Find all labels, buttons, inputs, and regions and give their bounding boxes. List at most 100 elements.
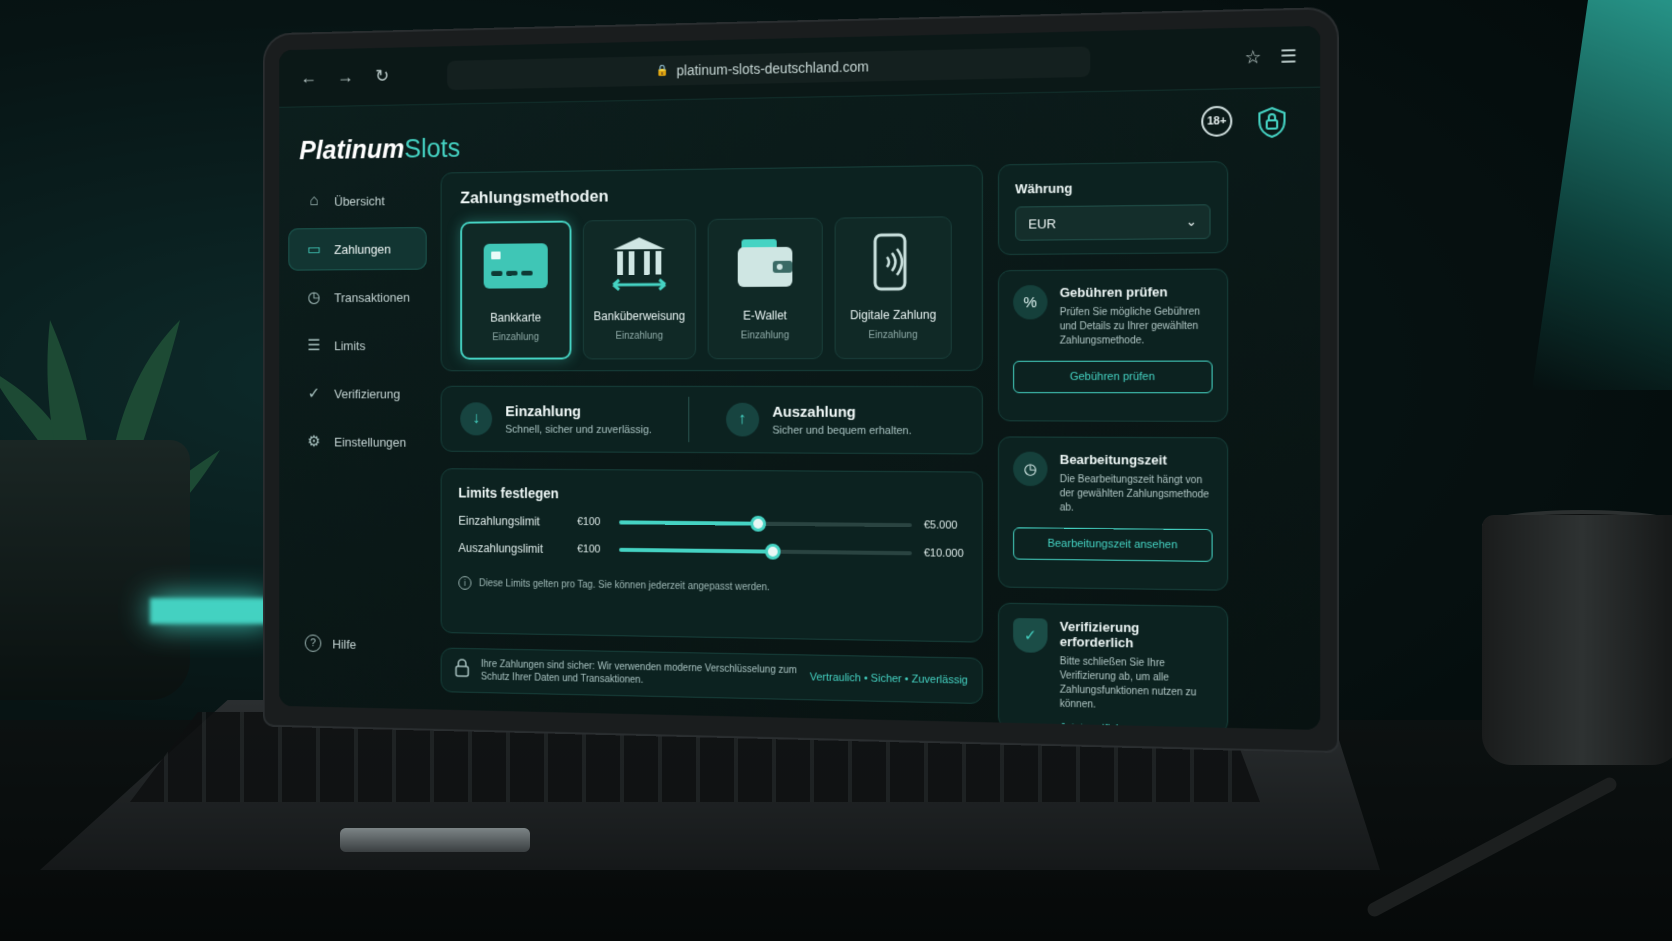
slider-fill — [619, 520, 759, 526]
sidebar-item-label: Einstellungen — [334, 434, 407, 450]
withdraw-action[interactable]: ↑ Auszahlung Sicher und bequem erhalten. — [725, 402, 962, 438]
url-text: platinum-slots-deutschland.com — [676, 57, 869, 78]
method-sub: Einzahlung — [615, 330, 663, 342]
forward-icon[interactable]: → — [336, 67, 354, 88]
coffee-mug — [1482, 515, 1672, 765]
brand-name-main: Platinum — [299, 134, 405, 166]
clock-icon: ◷ — [1013, 451, 1048, 487]
currency-select[interactable]: EUR ⌄ — [1015, 204, 1211, 241]
contactless-phone-icon — [857, 233, 929, 291]
sliders-icon: ☰ — [307, 337, 321, 355]
lamp-decoration — [1532, 0, 1672, 390]
limits-note: i Diese Limits gelten pro Tag. Sie könne… — [458, 576, 963, 597]
check-fees-button[interactable]: Gebühren prüfen — [1013, 360, 1213, 394]
clock-icon: ◷ — [307, 289, 321, 307]
gear-icon: ⚙ — [307, 433, 321, 451]
limit-min: €100 — [577, 543, 601, 556]
security-text: Ihre Zahlungen sind sicher: Wir verwende… — [480, 658, 797, 686]
limits-title: Limits festlegen — [458, 484, 559, 502]
fees-card: % Gebühren prüfen Prüfen Sie mögliche Ge… — [997, 268, 1229, 422]
sidebar-item-payments[interactable]: ▭ Zahlungen — [288, 226, 427, 271]
divider — [687, 396, 689, 443]
currency-value: EUR — [1028, 215, 1057, 232]
bank-building-icon — [605, 236, 674, 292]
method-label: E-Wallet — [743, 308, 787, 323]
laptop-hinge — [340, 828, 530, 852]
sidebar-item-label: Zahlungen — [334, 241, 391, 257]
app-root: PlatinumSlots 18+ ⌂ Übersicht ▭ Zahlunge… — [279, 87, 1321, 731]
method-sub: Einzahlung — [868, 329, 918, 342]
method-card-bank-card[interactable]: Bankkarte Einzahlung — [460, 220, 572, 360]
limit-row-withdraw: Auszahlungslimit €100 €10.000 — [458, 541, 963, 561]
deposit-action[interactable]: ↓ Einzahlung Schnell, sicher und zuverlä… — [460, 402, 688, 436]
browser-menu-icon[interactable]: ☰ — [1280, 46, 1297, 68]
method-sub: Einzahlung — [740, 330, 790, 342]
sidebar-item-label: Limits — [334, 338, 366, 353]
sidebar-item-help[interactable]: ? Hilfe — [288, 622, 356, 666]
deposit-subtitle: Schnell, sicher und zuverlässig. — [505, 423, 652, 436]
help-circle-icon: ? — [304, 634, 322, 653]
processing-title: Bearbeitungszeit — [1059, 451, 1167, 468]
percent-icon: % — [1013, 284, 1048, 320]
slider-fill — [619, 547, 773, 554]
verification-title: Verifizierung erforderlich — [1059, 618, 1140, 651]
slider-handle[interactable] — [764, 543, 781, 560]
sidebar-item-label: Übersicht — [334, 193, 385, 209]
age-restriction-badge: 18+ — [1201, 105, 1233, 137]
bookmark-star-icon[interactable]: ☆ — [1245, 47, 1262, 69]
fees-description: Prüfen Sie mögliche Gebühren und Details… — [1059, 306, 1200, 347]
limit-max: €5.000 — [923, 519, 958, 532]
payment-methods-title: Zahlungsmethoden — [460, 186, 609, 208]
withdraw-title: Auszahlung — [772, 403, 856, 421]
info-icon: i — [458, 576, 472, 590]
laptop-lid: ← → ↻ 🔒 platinum-slots-deutschland.com ☆… — [264, 8, 1338, 752]
sidebar-item-transactions[interactable]: ◷ Transaktionen — [288, 275, 426, 318]
slider-handle[interactable] — [750, 515, 766, 532]
limit-label: Auszahlungslimit — [458, 541, 544, 556]
laptop-screen: ← → ↻ 🔒 platinum-slots-deutschland.com ☆… — [279, 25, 1321, 731]
reload-icon[interactable]: ↻ — [373, 66, 392, 87]
shield-check-icon: ✓ — [1013, 617, 1048, 653]
sidebar-item-limits[interactable]: ☰ Limits — [288, 324, 426, 367]
fees-title: Gebühren prüfen — [1059, 284, 1168, 301]
processing-time-card: ◷ Bearbeitungszeit Die Bearbeitungszeit … — [997, 436, 1229, 591]
plant-pot — [0, 440, 190, 700]
wallet-icon — [730, 235, 800, 291]
glow-light — [150, 598, 270, 624]
shield-check-icon: ✓ — [307, 385, 321, 403]
credit-card-icon — [482, 238, 550, 293]
padlock-icon — [455, 658, 470, 683]
withdraw-limit-slider[interactable] — [619, 543, 912, 560]
verify-now-link[interactable]: Jetzt verifizieren → — [1013, 721, 1212, 730]
sidebar: ⌂ Übersicht ▭ Zahlungen ◷ Transaktionen … — [288, 179, 427, 700]
method-card-bank-transfer[interactable]: Banküberweisung Einzahlung — [582, 219, 697, 360]
sidebar-item-verification[interactable]: ✓ Verifizierung — [288, 372, 426, 415]
method-sub: Einzahlung — [492, 332, 539, 344]
sidebar-item-settings[interactable]: ⚙ Einstellungen — [288, 420, 426, 463]
limit-min: €100 — [577, 516, 601, 529]
brand-logo[interactable]: PlatinumSlots — [299, 133, 460, 166]
limits-panel: Limits festlegen Einzahlungslimit €100 €… — [440, 468, 983, 643]
home-icon: ⌂ — [309, 192, 319, 210]
sidebar-item-label: Hilfe — [332, 636, 357, 652]
processing-description: Die Bearbeitungszeit hängt von der gewäh… — [1059, 474, 1210, 514]
view-processing-time-button[interactable]: Bearbeitungszeit ansehen — [1013, 527, 1213, 562]
sidebar-item-overview[interactable]: ⌂ Übersicht — [288, 179, 426, 223]
verification-card: ✓ Verifizierung erforderlich Bitte schli… — [997, 602, 1229, 731]
limit-row-deposit: Einzahlungslimit €100 €5.000 — [458, 514, 963, 533]
lock-icon: 🔒 — [655, 64, 669, 77]
limits-note-text: Diese Limits gelten pro Tag. Sie können … — [478, 577, 770, 593]
deposit-title: Einzahlung — [505, 402, 581, 420]
arrow-up-icon: ↑ — [725, 402, 759, 437]
security-tags: Vertraulich • Sicher • Zuverlässig — [809, 671, 968, 687]
method-label: Banküberweisung — [593, 309, 686, 324]
address-bar[interactable]: 🔒 platinum-slots-deutschland.com — [447, 45, 1090, 90]
method-card-digital-payment[interactable]: Digitale Zahlung Einzahlung — [834, 216, 952, 360]
security-shield-icon[interactable] — [1255, 105, 1288, 140]
wallet-icon: ▭ — [307, 241, 321, 259]
deposit-limit-slider[interactable] — [619, 515, 912, 532]
back-icon[interactable]: ← — [299, 68, 317, 89]
limit-label: Einzahlungslimit — [458, 513, 540, 529]
arrow-down-icon: ↓ — [460, 402, 493, 436]
method-card-e-wallet[interactable]: E-Wallet Einzahlung — [707, 217, 823, 360]
